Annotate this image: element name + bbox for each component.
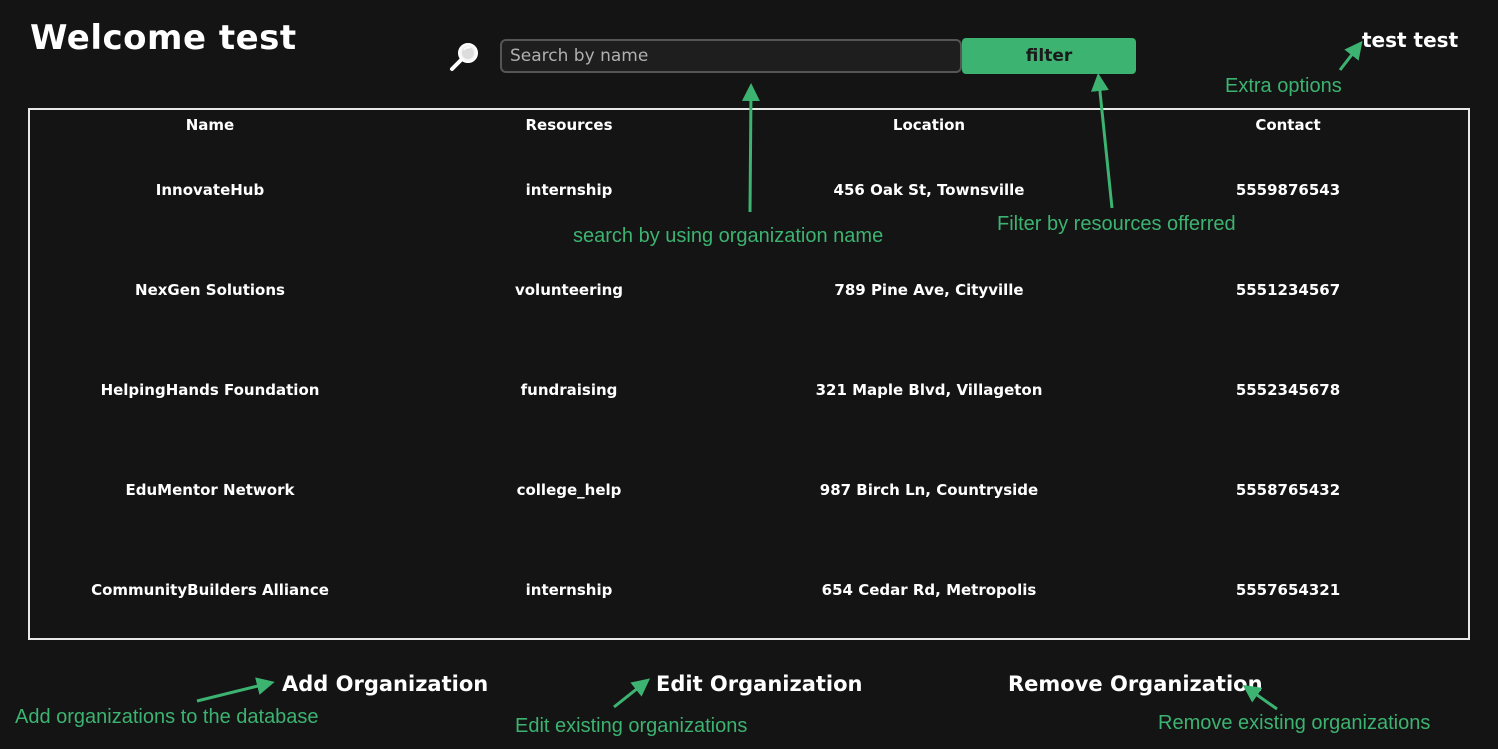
cell-contact: 5558765432: [1235, 481, 1341, 499]
cell-contact: 5551234567: [1235, 281, 1341, 299]
cell-resources: internship: [525, 581, 613, 599]
cell-name: HelpingHands Foundation: [100, 381, 320, 399]
annotation-extra-options: Extra options: [1225, 75, 1342, 97]
cell-resources: fundraising: [520, 381, 618, 399]
cell-location: 987 Birch Ln, Countryside: [819, 481, 1039, 499]
cell-location: 321 Maple Blvd, Villageton: [815, 381, 1043, 399]
arrow-add: [196, 677, 275, 703]
cell-resources: internship: [525, 181, 613, 199]
cell-location: 654 Cedar Rd, Metropolis: [821, 581, 1037, 599]
arrow-edit: [613, 678, 651, 709]
cell-name: EduMentor Network: [125, 481, 295, 499]
annotation-edit: Edit existing organizations: [515, 715, 748, 737]
arrow-extra-options: [1338, 40, 1363, 71]
cell-contact: 5559876543: [1235, 181, 1341, 199]
cell-resources: volunteering: [514, 281, 624, 299]
edit-organization-button[interactable]: Edit Organization: [656, 672, 863, 696]
cell-contact: 5552345678: [1235, 381, 1341, 399]
add-organization-button[interactable]: Add Organization: [282, 672, 488, 696]
search-input[interactable]: [500, 39, 962, 73]
cell-location: 789 Pine Ave, Cityville: [834, 281, 1024, 299]
welcome-title: Welcome test: [30, 18, 297, 58]
column-header-resources: Resources: [525, 116, 613, 134]
remove-organization-button[interactable]: Remove Organization: [1008, 672, 1263, 696]
annotation-filter: Filter by resources offerred: [997, 213, 1236, 235]
user-menu[interactable]: test test: [1362, 28, 1458, 52]
annotation-search: search by using organization name: [573, 225, 884, 247]
column-header-name: Name: [185, 116, 235, 134]
annotation-add: Add organizations to the database: [15, 706, 319, 728]
cell-name: InnovateHub: [155, 181, 265, 199]
cell-name: CommunityBuilders Alliance: [91, 581, 329, 599]
search-icon: [448, 40, 482, 74]
cell-contact: 5557654321: [1235, 581, 1341, 599]
filter-button[interactable]: filter: [962, 38, 1136, 74]
column-header-location: Location: [892, 116, 966, 134]
cell-location: 456 Oak St, Townsville: [833, 181, 1025, 199]
column-header-contact: Contact: [1255, 116, 1321, 134]
annotation-remove: Remove existing organizations: [1158, 712, 1431, 734]
cell-resources: college_help: [516, 481, 622, 499]
cell-name: NexGen Solutions: [135, 281, 285, 299]
